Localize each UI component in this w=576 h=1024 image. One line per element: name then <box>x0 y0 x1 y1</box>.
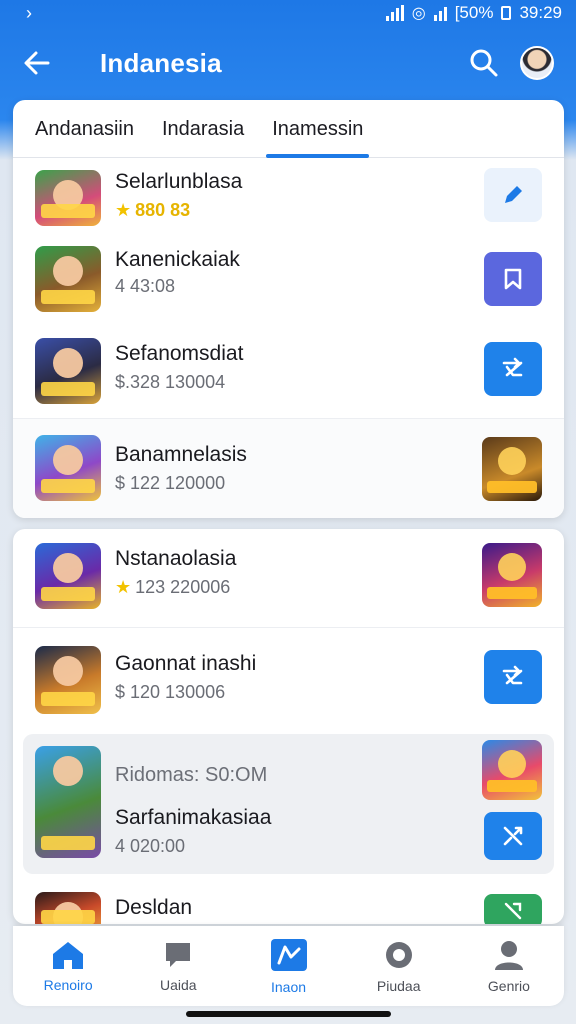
item-title: Sarfanimakasiaa <box>115 806 272 829</box>
game-thumbnail <box>35 338 101 404</box>
nav-label: Inaon <box>270 979 307 995</box>
list-item[interactable]: Nstanaolasia ★ 123 220006 <box>13 529 564 627</box>
item-title: Desldan <box>115 896 193 919</box>
item-title: Gaonnat inashi <box>115 652 257 675</box>
arrow-left-icon <box>24 51 50 75</box>
item-title: Banamnelasis <box>115 443 247 466</box>
tab-bar: Andanasiin Indarasia Inamessin <box>13 100 564 158</box>
item-title: Sefanomsdiat <box>115 342 244 365</box>
item-title: Nstanaolasia <box>115 547 237 570</box>
bottom-navigation: Renoiro Uaida Inaon Piudaa Genrio <box>13 926 564 1006</box>
item-subtitle: $ 122 120000 <box>115 473 226 493</box>
game-icon[interactable] <box>482 740 542 800</box>
avatar[interactable] <box>520 46 554 80</box>
list-item[interactable]: Banamnelasis $ 122 120000 <box>13 418 564 518</box>
cell-signal-icon <box>433 5 447 21</box>
star-icon: ★ <box>115 200 132 220</box>
nav-label: Uaida <box>160 977 197 993</box>
shuffle-button[interactable] <box>484 812 542 860</box>
game-thumbnail <box>35 892 101 924</box>
action-button[interactable] <box>484 894 542 924</box>
game-thumbnail <box>35 435 101 501</box>
game-thumbnail <box>35 746 101 858</box>
item-rating: ★ 880 83 <box>115 200 191 220</box>
item-title: Selarlunblasa <box>115 170 243 193</box>
list-item[interactable]: Desldan <box>13 884 564 924</box>
bluetooth-icon: › <box>26 2 32 23</box>
shuffle-icon <box>502 357 523 377</box>
chat-icon <box>166 943 191 967</box>
shuffle-icon <box>504 902 522 920</box>
list-item[interactable]: Sefanomsdiat $.328 130004 <box>13 322 564 418</box>
tab-andanasiin[interactable]: Andanasiin <box>35 118 134 157</box>
edit-button[interactable] <box>484 168 542 222</box>
clock: 39:29 <box>519 3 562 22</box>
item-subtitle: 4 020:00 <box>115 836 186 856</box>
list-item[interactable]: Selarlunblasa ★ 880 83 <box>13 160 564 236</box>
battery-percent: [50% <box>454 3 494 22</box>
bookmark-icon <box>504 268 522 290</box>
bookmark-button[interactable] <box>484 252 542 306</box>
list-item[interactable]: Ridomas: S0:OM Sarfanimakasiaa 4 020:00 <box>13 734 564 874</box>
list-card-top: Andanasiin Indarasia Inamessin Selarlunb… <box>13 100 564 518</box>
shuffle-icon <box>502 665 523 685</box>
list-item[interactable]: Gaonnat inashi $ 120 130006 <box>13 627 564 729</box>
edit-icon <box>505 186 522 203</box>
tab-inamessin[interactable]: Inamessin <box>266 118 370 158</box>
nav-label: Genrio <box>487 978 530 994</box>
item-subtitle: $ 120 130006 <box>115 682 226 702</box>
item-subtitle: $.328 130004 <box>115 372 226 392</box>
item-header: Ridomas: S0:OM <box>115 764 268 786</box>
game-thumbnail <box>35 646 101 714</box>
shuffle-button[interactable] <box>484 342 542 396</box>
store-icon <box>270 939 307 971</box>
nav-home[interactable]: Renoiro <box>13 926 123 1006</box>
game-thumbnail <box>35 246 101 312</box>
list-item[interactable]: Kanenickaiak 4 43:08 <box>13 236 564 322</box>
nav-label: Piudaa <box>376 978 421 994</box>
search-icon <box>470 49 498 77</box>
game-thumbnail <box>35 170 101 226</box>
game-icon[interactable] <box>482 437 542 501</box>
shuffle-icon <box>503 826 523 846</box>
game-thumbnail <box>35 543 101 609</box>
list-card-bottom: Nstanaolasia ★ 123 220006 Gaonnat inashi … <box>13 529 564 924</box>
search-button[interactable] <box>462 41 506 85</box>
nav-profile[interactable]: Genrio <box>454 926 564 1006</box>
item-title: Kanenickaiak <box>115 248 240 271</box>
app-bar: Indanesia <box>0 30 576 96</box>
tab-indarasia[interactable]: Indarasia <box>162 118 244 157</box>
game-icon[interactable] <box>482 543 542 607</box>
item-subtitle: 4 43:08 <box>115 276 176 296</box>
status-bar: › ◎ [50% 39:29 <box>0 0 576 26</box>
item-rating: ★ 123 220006 <box>115 577 231 597</box>
star-icon: ★ <box>115 577 132 597</box>
back-button[interactable] <box>22 40 68 86</box>
profile-icon <box>494 941 523 970</box>
home-indicator[interactable] <box>186 1011 391 1017</box>
nav-label: Renoiro <box>43 977 93 993</box>
home-icon <box>53 942 84 969</box>
nav-store[interactable]: Inaon <box>233 926 343 1006</box>
nav-chat[interactable]: Uaida <box>123 926 233 1006</box>
nav-settings[interactable]: Piudaa <box>344 926 454 1006</box>
status-indicators: ◎ [50% 39:29 <box>385 3 562 23</box>
settings-icon <box>385 942 412 968</box>
signal-icon <box>385 5 404 21</box>
wifi-icon: ◎ <box>411 5 426 22</box>
page-title: Indanesia <box>100 47 222 78</box>
battery-icon <box>501 6 512 20</box>
shuffle-button[interactable] <box>484 650 542 704</box>
